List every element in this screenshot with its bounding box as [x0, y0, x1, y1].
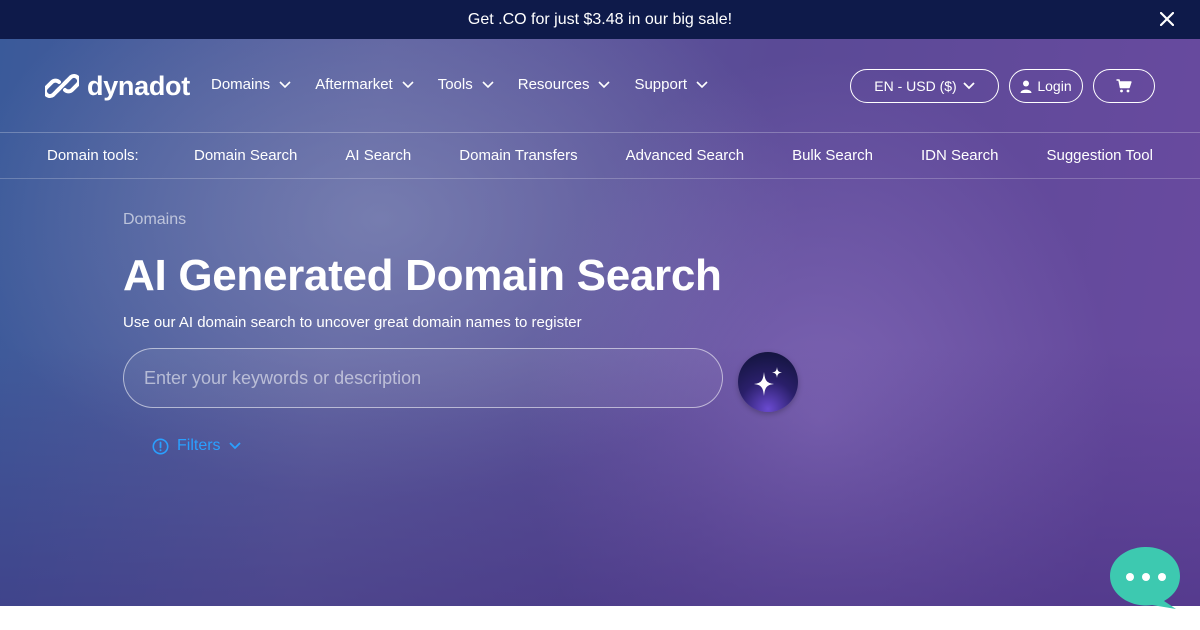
chevron-down-icon: [402, 80, 414, 88]
chevron-down-icon: [598, 80, 611, 88]
login-button[interactable]: Login: [1009, 69, 1083, 103]
ai-search-button[interactable]: [738, 352, 798, 412]
chain-link-icon: [45, 74, 79, 98]
nav-label: Domains: [211, 76, 271, 93]
sparkle-icon: [754, 367, 782, 396]
cart-button[interactable]: [1093, 69, 1155, 103]
nav-resources[interactable]: Resources: [518, 76, 611, 93]
tool-link-suggestion-tool[interactable]: Suggestion Tool: [1046, 147, 1152, 164]
domain-tools-links: Domain Search AI Search Domain Transfers…: [194, 147, 1153, 164]
chevron-down-icon: [482, 80, 494, 88]
nav-support[interactable]: Support: [634, 76, 708, 93]
tool-link-domain-transfers[interactable]: Domain Transfers: [459, 147, 577, 164]
logo[interactable]: dynadot: [45, 69, 190, 103]
page-subtitle: Use our AI domain search to uncover grea…: [123, 314, 582, 331]
nav-label: Aftermarket: [315, 76, 393, 93]
user-icon: [1020, 80, 1032, 93]
chevron-down-icon: [963, 82, 975, 90]
nav-tools[interactable]: Tools: [438, 76, 494, 93]
info-circle-icon: [152, 438, 169, 454]
promo-banner: Get .CO for just $3.48 in our big sale!: [0, 0, 1200, 39]
language-currency-button[interactable]: EN - USD ($): [850, 69, 999, 103]
nav-domains[interactable]: Domains: [211, 76, 291, 93]
nav-label: Resources: [517, 76, 590, 93]
main-menu: Domains Aftermarket Tools Resources Supp…: [211, 76, 708, 93]
nav-label: Support: [634, 76, 687, 93]
language-label: EN - USD ($): [874, 78, 957, 94]
nav-aftermarket[interactable]: Aftermarket: [315, 76, 414, 93]
domain-tools-label: Domain tools:: [47, 147, 139, 164]
domain-tools-bar: Domain tools: Domain Search AI Search Do…: [0, 133, 1200, 179]
chevron-down-icon: [228, 442, 241, 450]
tool-link-advanced-search[interactable]: Advanced Search: [626, 147, 744, 164]
tool-link-bulk-search[interactable]: Bulk Search: [792, 147, 873, 164]
chevron-down-icon: [279, 80, 291, 88]
nav-label: Tools: [437, 76, 473, 93]
page-title: AI Generated Domain Search: [123, 251, 722, 300]
logo-text: dynadot: [87, 70, 190, 101]
search-input[interactable]: [123, 348, 723, 408]
tool-link-idn-search[interactable]: IDN Search: [921, 147, 999, 164]
top-navigation: dynadot Domains Aftermarket Tools Resour…: [0, 39, 1200, 133]
tool-link-domain-search[interactable]: Domain Search: [194, 147, 297, 164]
breadcrumb[interactable]: Domains: [123, 211, 186, 229]
hero-section: dynadot Domains Aftermarket Tools Resour…: [0, 39, 1200, 606]
promo-text[interactable]: Get .CO for just $3.48 in our big sale!: [468, 11, 732, 29]
filters-label: Filters: [177, 437, 221, 454]
filters-toggle[interactable]: Filters: [152, 437, 241, 455]
cart-icon: [1116, 79, 1132, 93]
chat-icon[interactable]: [1108, 545, 1184, 613]
hero-content: Domains AI Generated Domain Search Use o…: [123, 211, 798, 454]
login-label: Login: [1037, 78, 1072, 94]
chevron-down-icon: [696, 80, 708, 88]
close-icon[interactable]: [1160, 12, 1174, 26]
tool-link-ai-search[interactable]: AI Search: [345, 147, 411, 164]
